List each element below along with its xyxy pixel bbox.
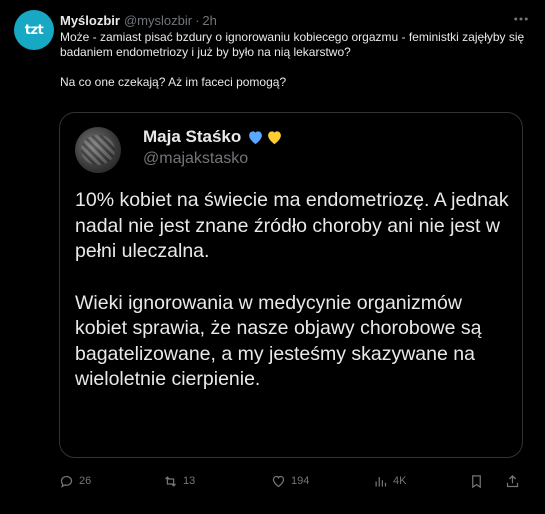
repost-button[interactable]: 13 <box>163 470 195 492</box>
tweet-text: Może - zamiast pisać bzdury o ignorowani… <box>60 30 532 90</box>
repost-icon <box>165 475 176 487</box>
tweet-text-line2: Na co one czekają? Aż im faceci pomogą? <box>60 75 287 89</box>
tweet-avatar[interactable]: tzt <box>14 10 54 50</box>
tweet-header: Myślozbir @myslozbir · 2h <box>60 11 531 29</box>
blue-heart-icon <box>247 129 264 145</box>
yellow-heart-icon <box>266 129 283 145</box>
more-options-icon[interactable] <box>511 9 531 29</box>
avatar-logo-text: tzt <box>24 22 44 38</box>
quoted-paragraph-2: Wieki ignorowania w medycynie organizmów… <box>75 291 482 391</box>
repost-count: 13 <box>183 475 196 487</box>
bookmark-icon <box>472 474 481 488</box>
author-handle[interactable]: @myslozbir <box>124 13 192 28</box>
reply-icon <box>60 475 73 488</box>
bookmark-button[interactable] <box>469 470 484 492</box>
separator-dot: · <box>195 12 200 28</box>
like-button[interactable]: 194 <box>271 470 309 492</box>
like-count: 194 <box>291 475 310 487</box>
reply-button[interactable]: 26 <box>59 470 91 492</box>
quoted-tweet-text: 10% kobiet na świecie ma endometriozę. A… <box>75 188 515 393</box>
quoted-author-avatar[interactable] <box>75 127 121 173</box>
quoted-tweet-card[interactable]: Maja Staśko @majakstasko 10% kobiet na ś… <box>59 112 523 458</box>
share-button[interactable] <box>505 470 520 492</box>
reply-count: 26 <box>79 475 92 487</box>
tweet-action-bar: 26 13 194 4K <box>59 470 529 492</box>
views-count: 4K <box>393 475 407 487</box>
author-name[interactable]: Myślozbir <box>60 13 120 28</box>
quoted-author-handle[interactable]: @majakstasko <box>143 150 248 168</box>
views-button[interactable]: 4K <box>373 470 406 492</box>
tweet-time[interactable]: 2h <box>202 13 216 28</box>
quoted-author-header: Maja Staśko <box>143 127 283 147</box>
quoted-paragraph-1: 10% kobiet na świecie ma endometriozę. A… <box>75 189 509 262</box>
quoted-author-name[interactable]: Maja Staśko <box>143 127 241 147</box>
tweet-text-line1: Może - zamiast pisać bzdury o ignorowani… <box>60 30 525 59</box>
heart-icon <box>272 475 285 487</box>
views-chart-icon <box>375 476 387 486</box>
share-icon <box>506 474 519 487</box>
